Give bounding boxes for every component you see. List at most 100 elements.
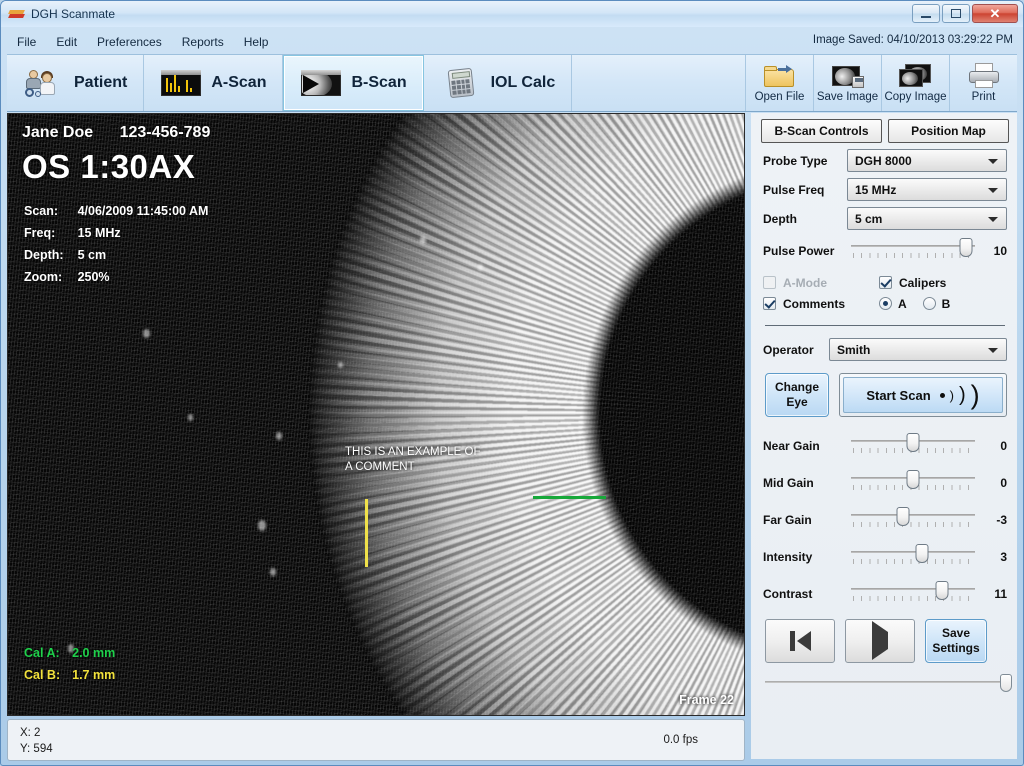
title-bar: DGH Scanmate ✕ — [1, 1, 1023, 27]
caliper-selection: A B — [879, 297, 995, 311]
a-mode-label: A-Mode — [783, 275, 827, 290]
save-settings-button[interactable]: Save Settings — [925, 619, 987, 663]
change-eye-line-1: Change — [774, 380, 819, 394]
meta-row: Freq: 15 MHz — [24, 223, 208, 243]
probe-type-row: Probe Type DGH 8000 — [751, 143, 1017, 172]
b-scan-image-display[interactable]: Jane Doe 123-456-789 OS 1:30AX Scan: 4/0… — [7, 113, 745, 716]
caliper-b-line[interactable] — [365, 499, 368, 567]
caliper-a-value: 2.0 mm — [72, 646, 116, 660]
menu-item-preferences[interactable]: Preferences — [87, 33, 172, 51]
slider-thumb[interactable] — [1000, 674, 1013, 692]
menu-item-file[interactable]: File — [7, 33, 46, 51]
contrast-label: Contrast — [763, 587, 813, 601]
depth-select[interactable]: 5 cm — [847, 207, 1007, 230]
tab-b-scan-controls[interactable]: B-Scan Controls — [761, 119, 882, 143]
change-eye-line-2: Eye — [786, 395, 808, 409]
a-mode-checkbox[interactable]: A-Mode — [763, 276, 879, 290]
menu-item-edit[interactable]: Edit — [46, 33, 87, 51]
tab-patient[interactable]: Patient — [7, 55, 145, 111]
frame-position-slider[interactable] — [751, 663, 1017, 692]
caliper-b-value: 1.7 mm — [72, 668, 116, 682]
speckle-dot — [188, 414, 193, 421]
mid-gain-label: Mid Gain — [763, 476, 814, 490]
maximize-button[interactable] — [942, 4, 970, 23]
tab-iol-calc[interactable]: IOL Calc — [424, 55, 573, 111]
intensity-slider[interactable] — [851, 544, 975, 568]
slider-thumb[interactable] — [915, 544, 929, 563]
contrast-slider[interactable] — [851, 581, 975, 605]
near-gain-slider[interactable] — [851, 433, 975, 457]
start-scan-button[interactable]: Start Scan ))) — [839, 373, 1007, 417]
tab-a-scan[interactable]: A-Scan — [144, 55, 284, 111]
probe-type-select[interactable]: DGH 8000 — [847, 149, 1007, 172]
tab-b-scan-label: B-Scan — [351, 74, 407, 91]
slider-track — [851, 588, 975, 590]
play-button[interactable] — [845, 619, 915, 663]
patient-icon — [23, 68, 65, 98]
minimize-button[interactable] — [912, 4, 940, 23]
slider-track — [851, 551, 975, 553]
a-scan-icon — [160, 68, 202, 98]
transport-row: Save Settings — [751, 605, 1017, 663]
pulse-power-slider[interactable] — [851, 238, 975, 262]
intensity-label: Intensity — [763, 550, 813, 564]
far-gain-label: Far Gain — [763, 513, 812, 527]
far-gain-slider[interactable] — [851, 507, 975, 531]
slider-thumb[interactable] — [906, 433, 920, 452]
caliper-b-radio-label: B — [941, 296, 951, 311]
save-image-button[interactable]: Save Image — [813, 55, 881, 111]
main-toolbar: Patient A-Scan B-Scan IOL Calc Open File… — [7, 54, 1017, 112]
copy-image-label: Copy Image — [884, 91, 947, 103]
open-file-button[interactable]: Open File — [745, 55, 813, 111]
operator-value: Smith — [837, 342, 871, 357]
meta-key: Freq: — [24, 226, 56, 240]
slider-thumb[interactable] — [906, 470, 920, 489]
maximize-icon — [951, 9, 961, 18]
caliper-a-line[interactable] — [533, 496, 606, 499]
tab-b-scan[interactable]: B-Scan — [283, 55, 424, 111]
probe-type-value: DGH 8000 — [855, 153, 912, 168]
operator-select[interactable]: Smith — [829, 338, 1007, 361]
meta-value: 15 MHz — [77, 226, 121, 240]
calipers-checkbox[interactable]: Calipers — [879, 276, 995, 290]
menu-item-help[interactable]: Help — [234, 33, 279, 51]
mid-gain-row: Mid Gain 0 — [751, 457, 1017, 494]
speckle-dot — [270, 568, 276, 576]
pulse-freq-select[interactable]: 15 MHz — [847, 178, 1007, 201]
chevron-down-icon — [988, 348, 998, 353]
meta-value: 5 cm — [77, 248, 107, 262]
options-row-1: A-Mode Calipers — [763, 272, 1007, 293]
slider-ticks — [853, 559, 973, 564]
radio-icon[interactable] — [879, 297, 892, 310]
radio-icon[interactable] — [922, 297, 936, 310]
overlay-patient-name: Jane Doe — [22, 124, 94, 141]
minimize-icon — [921, 15, 931, 18]
menu-item-reports[interactable]: Reports — [172, 33, 234, 51]
cursor-x: X: 2 — [20, 727, 41, 739]
comments-label: Comments — [783, 296, 846, 311]
tab-position-map[interactable]: Position Map — [888, 119, 1009, 143]
slider-thumb[interactable] — [959, 238, 973, 257]
pulse-power-label: Pulse Power — [763, 244, 835, 258]
skip-to-start-button[interactable] — [765, 619, 835, 663]
copy-image-button[interactable]: Copy Image — [881, 55, 949, 111]
window-title: DGH Scanmate — [31, 7, 116, 21]
close-button[interactable]: ✕ — [972, 4, 1018, 23]
overlay-comment: THIS IS AN EXAMPLE OF A COMMENT — [345, 445, 480, 475]
contrast-row: Contrast 11 — [751, 568, 1017, 605]
change-eye-button[interactable]: Change Eye — [765, 373, 829, 417]
options-block: A-Mode Calipers Comments A B — [751, 262, 1017, 314]
print-button[interactable]: Print — [949, 55, 1017, 111]
checkbox-icon — [763, 276, 776, 289]
mid-gain-slider[interactable] — [851, 470, 975, 494]
chevron-down-icon — [988, 188, 998, 193]
slider-thumb[interactable] — [935, 581, 949, 600]
main-area: Jane Doe 123-456-789 OS 1:30AX Scan: 4/0… — [7, 113, 1017, 761]
calculator-icon — [440, 67, 482, 99]
slider-thumb[interactable] — [896, 507, 910, 526]
pulse-freq-row: Pulse Freq 15 MHz — [751, 172, 1017, 201]
pulse-power-row: Pulse Power 10 — [751, 230, 1017, 262]
near-gain-label: Near Gain — [763, 439, 820, 453]
comments-checkbox[interactable]: Comments — [763, 297, 879, 311]
intensity-value: 3 — [1000, 550, 1007, 564]
